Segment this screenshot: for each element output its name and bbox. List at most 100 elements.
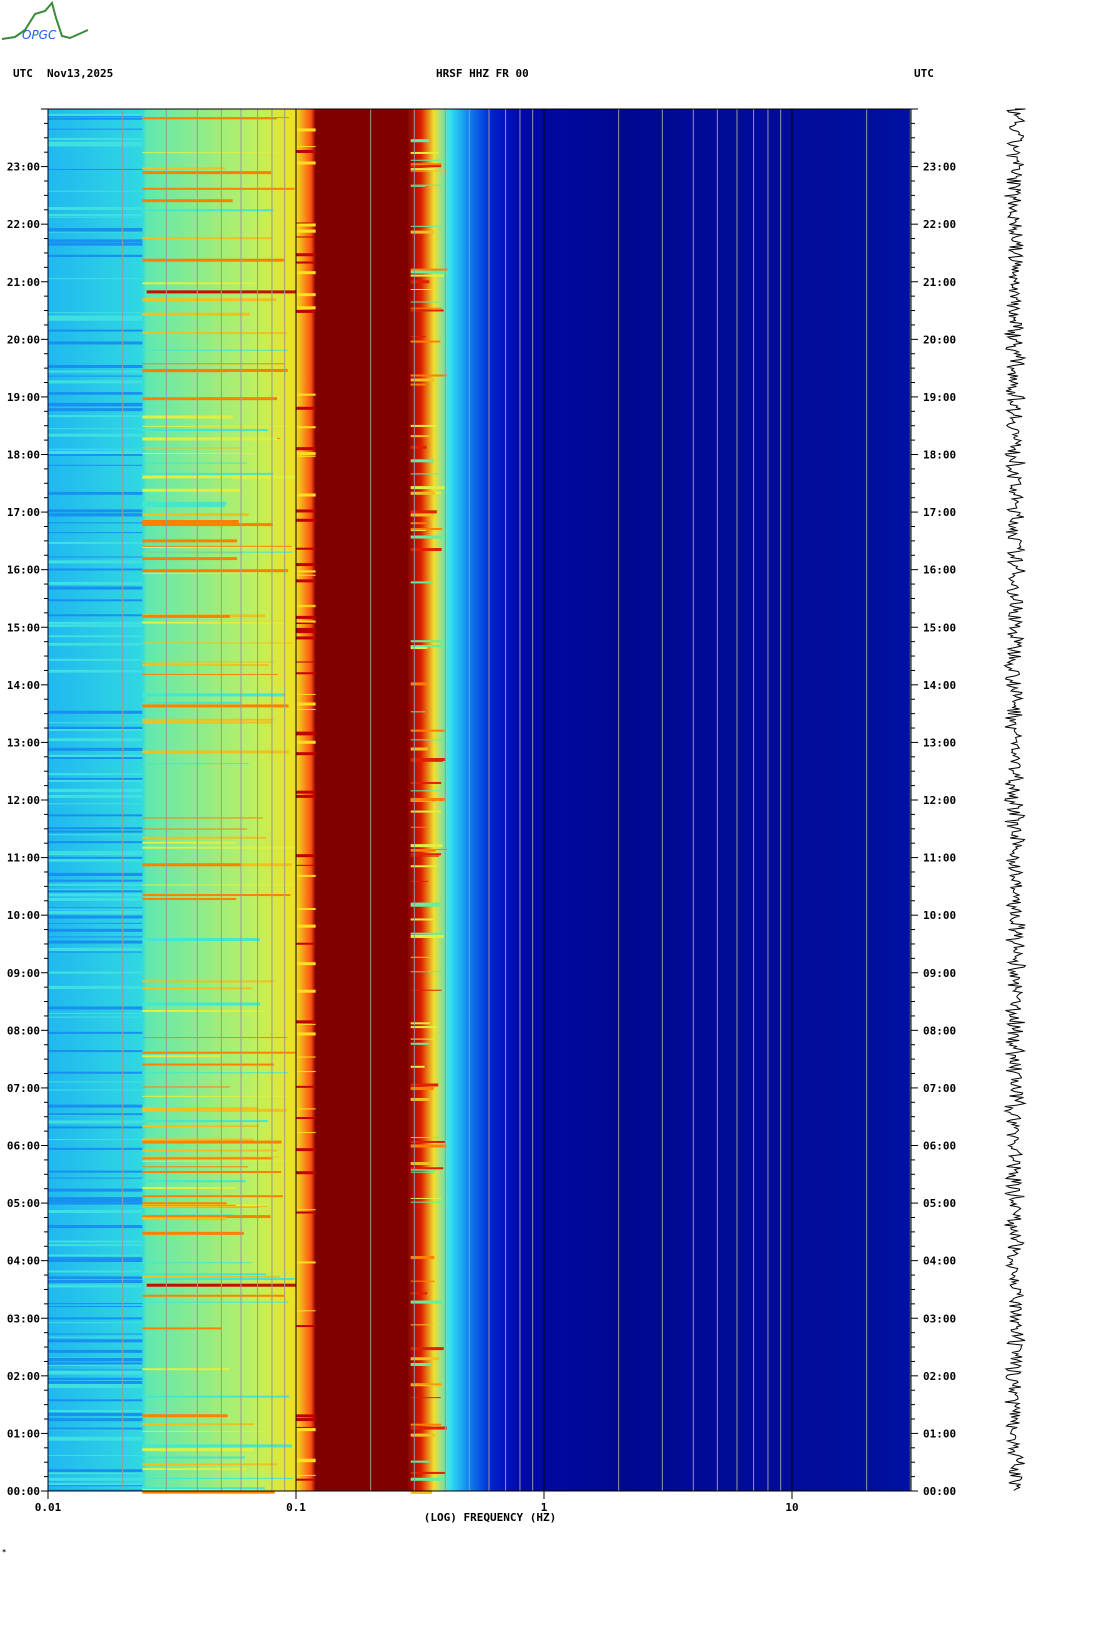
spectral-streak xyxy=(410,853,442,856)
spectral-streak xyxy=(410,139,430,143)
spectral-streak xyxy=(296,1458,316,1462)
spectral-streak xyxy=(48,1436,143,1440)
spectral-streak xyxy=(296,1032,316,1036)
spectral-streak xyxy=(142,397,278,401)
spectral-streak xyxy=(142,551,293,553)
spectral-streak xyxy=(410,739,448,741)
spectral-streak xyxy=(142,828,247,830)
spectral-streak xyxy=(410,1383,442,1385)
spectral-streak xyxy=(296,661,316,663)
spectral-streak xyxy=(142,298,277,302)
spectral-streak xyxy=(48,888,143,890)
spectral-streak xyxy=(410,826,427,828)
spectral-streak xyxy=(142,415,233,419)
spectral-streak xyxy=(48,532,143,534)
spectral-streak xyxy=(410,522,428,525)
spectral-streak xyxy=(48,1104,143,1108)
spectral-streak xyxy=(48,492,143,495)
spectral-streak xyxy=(296,306,316,310)
y-tick-label-left: 11:00 xyxy=(7,852,40,865)
spectral-streak xyxy=(410,1292,428,1295)
spectral-streak xyxy=(48,1126,143,1129)
y-tick-label-left: 19:00 xyxy=(7,391,40,404)
spectral-streak xyxy=(48,922,143,924)
spectral-streak xyxy=(48,1469,143,1473)
spectral-streak xyxy=(142,1456,245,1459)
spectral-streak xyxy=(48,947,143,951)
spectral-streak xyxy=(296,989,316,993)
spectral-streak xyxy=(142,1180,246,1183)
spectral-streak xyxy=(296,579,316,583)
spectral-streak xyxy=(48,1120,143,1124)
spectral-streak xyxy=(48,1485,143,1487)
spectral-streak xyxy=(48,451,143,455)
y-tick-label-right: 00:00 xyxy=(923,1485,956,1498)
y-tick-label-right: 21:00 xyxy=(923,276,956,289)
spectral-streak xyxy=(48,568,143,571)
spectral-streak xyxy=(296,693,316,695)
spectral-streak xyxy=(142,1195,283,1198)
spectral-streak xyxy=(142,462,247,464)
spectral-streak xyxy=(142,621,284,624)
spectral-streak xyxy=(142,763,249,765)
spectral-streak xyxy=(142,718,274,721)
spectral-streak xyxy=(410,1197,442,1199)
spectral-streak xyxy=(410,184,446,186)
spectral-streak xyxy=(410,1167,444,1170)
y-tick-label-right: 11:00 xyxy=(923,852,956,865)
spectral-streak xyxy=(48,883,143,886)
svg-text:OPGC: OPGC xyxy=(22,28,57,42)
spectral-streak xyxy=(142,664,269,667)
spectral-streak xyxy=(48,1210,143,1214)
spectral-streak xyxy=(410,797,446,801)
spectral-streak xyxy=(48,1339,143,1341)
spectral-streak xyxy=(142,817,263,819)
spectral-streak xyxy=(142,167,226,170)
spectral-streak xyxy=(142,152,278,154)
spectral-streak xyxy=(48,1284,143,1288)
spectral-streak xyxy=(48,936,143,938)
spectral-streak xyxy=(142,1086,230,1088)
spectral-streak xyxy=(410,280,430,284)
spectral-streak xyxy=(410,340,441,343)
spectral-streak xyxy=(48,1280,143,1284)
spectral-streak xyxy=(410,383,426,386)
spectrogram-chart: OPGC 00:00 00:00 01:00 01:00 02:00 02:00 03:00… xyxy=(1,0,1027,1524)
spectral-streak xyxy=(48,1317,143,1320)
spectral-streak xyxy=(296,962,316,966)
spectral-streak xyxy=(410,1201,447,1203)
spectral-streak xyxy=(410,904,439,907)
y-tick-label-left: 07:00 xyxy=(7,1082,40,1095)
spectral-streak xyxy=(142,546,294,548)
spectral-streak xyxy=(296,406,316,410)
spectral-streak xyxy=(410,225,442,227)
spectral-streak xyxy=(48,168,143,170)
spectral-streak xyxy=(410,301,439,303)
spectral-streak xyxy=(142,1217,227,1221)
spectral-streak xyxy=(48,951,143,953)
spectral-streak xyxy=(48,890,143,893)
spectral-streak xyxy=(48,747,143,751)
spectral-streak xyxy=(410,1065,425,1068)
spectral-streak xyxy=(142,1108,287,1112)
spectral-streak xyxy=(142,661,275,663)
y-tick-label-left: 21:00 xyxy=(7,276,40,289)
spectral-streak xyxy=(142,312,250,316)
spectral-streak xyxy=(48,415,143,418)
spectral-streak xyxy=(410,1042,429,1045)
spectral-streak xyxy=(410,165,442,168)
spectral-streak xyxy=(296,1056,316,1058)
y-tick-label-right: 19:00 xyxy=(923,391,956,404)
spectral-streak xyxy=(48,364,143,368)
spectral-streak xyxy=(410,758,446,762)
y-tick-label-right: 15:00 xyxy=(923,621,956,634)
spectral-streak xyxy=(142,369,226,373)
spectral-streak xyxy=(48,879,143,882)
spectral-streak xyxy=(410,711,426,713)
y-tick-label-right: 08:00 xyxy=(923,1024,956,1037)
spectral-streak xyxy=(48,856,143,858)
spectral-streak xyxy=(142,237,272,240)
spectral-streak xyxy=(142,750,289,754)
spectral-streak xyxy=(48,915,143,918)
spectral-streak xyxy=(48,1418,143,1420)
